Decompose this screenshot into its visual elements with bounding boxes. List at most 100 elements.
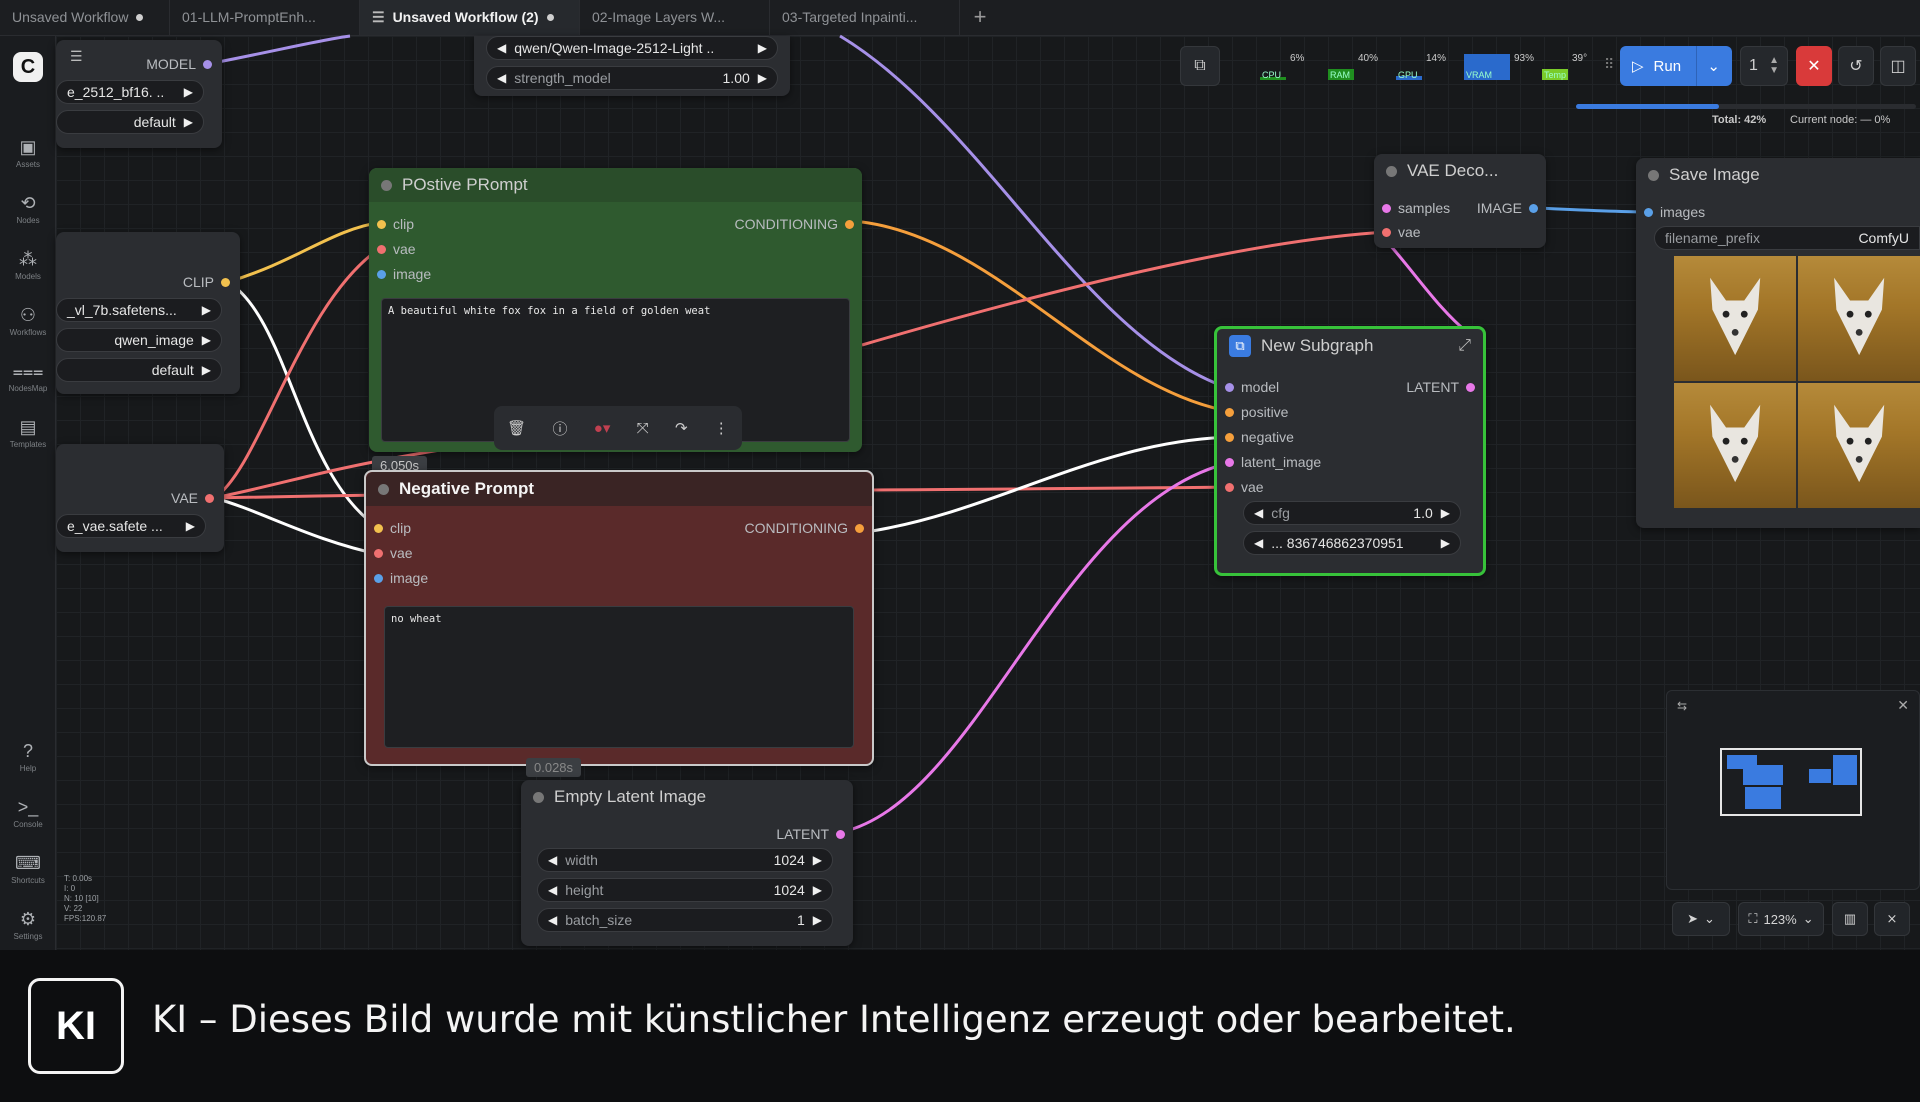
tab-unsaved-workflow[interactable]: Unsaved Workflow — [0, 0, 170, 35]
node-header[interactable]: Negative Prompt — [366, 472, 872, 506]
widget-vae-name[interactable]: e_vae.safete ... ▶ — [56, 514, 206, 538]
output-image-thumbnail[interactable] — [1674, 383, 1796, 508]
select-tool-button[interactable]: ➤ ⌄ — [1672, 902, 1730, 936]
open-subgraph-icon[interactable]: ⤢ — [1458, 337, 1471, 355]
chevron-down-icon[interactable]: ⌄ — [1707, 57, 1720, 75]
input-model[interactable]: model — [1225, 379, 1279, 395]
output-model[interactable]: MODEL — [146, 56, 212, 72]
widget-cfg[interactable]: ◀ cfg 1.0 ▶ — [1243, 501, 1461, 525]
minimap-view[interactable] — [1719, 747, 1869, 827]
redo-icon[interactable]: ↷ — [675, 419, 688, 437]
node-header[interactable]: POstive PRompt — [369, 168, 862, 202]
node-save-image[interactable]: Save Image images filename_prefix ComfyU — [1636, 158, 1920, 528]
tab-image-layers[interactable]: 02-Image Layers W... — [580, 0, 770, 35]
widget-width[interactable]: ◀ width 1024 ▶ — [537, 848, 833, 872]
widget-weight-dtype[interactable]: default ▶ — [56, 110, 204, 134]
minimap-settings-icon[interactable]: ⇆ — [1677, 699, 1687, 713]
widget-unet-name[interactable]: e_2512_bf16. .. ▶ — [56, 80, 204, 104]
node-new-subgraph[interactable]: ⧉ New Subgraph ⤢ model positive negative l… — [1214, 326, 1486, 576]
widget-seed[interactable]: ◀ ... 836746862370951 ▶ — [1243, 531, 1461, 555]
input-clip[interactable]: clip — [374, 520, 411, 536]
output-vae[interactable]: VAE — [171, 490, 214, 506]
widget-lora-name[interactable]: ◀ qwen/Qwen-Image-2512-Light .. ▶ — [486, 36, 778, 60]
input-clip[interactable]: clip — [377, 216, 414, 232]
close-icon[interactable]: ✕ — [1897, 697, 1909, 714]
batch-count-stepper[interactable]: 1 ▲ ▼ — [1740, 46, 1788, 86]
link-visibility-button[interactable]: ⨯ — [1874, 902, 1910, 936]
cancel-button[interactable]: ✕ — [1796, 46, 1832, 86]
input-positive[interactable]: positive — [1225, 404, 1288, 420]
node-status-icon — [1648, 169, 1659, 181]
node-negative-prompt[interactable]: Negative Prompt clip vae image CONDITION… — [364, 470, 874, 766]
input-vae[interactable]: vae — [377, 241, 416, 257]
widget-strength-model[interactable]: ◀ strength_model 1.00 ▶ — [486, 66, 778, 90]
tab-unsaved-workflow-2[interactable]: ☰ Unsaved Workflow (2) — [360, 0, 580, 35]
output-image-thumbnail[interactable] — [1798, 256, 1920, 381]
input-latent-image[interactable]: latent_image — [1225, 454, 1321, 470]
input-image[interactable]: image — [377, 266, 431, 282]
input-negative[interactable]: negative — [1225, 429, 1294, 445]
output-image-thumbnail[interactable] — [1798, 383, 1920, 508]
widget-height[interactable]: ◀ height 1024 ▶ — [537, 878, 833, 902]
node-header[interactable]: ⧉ New Subgraph ⤢ — [1217, 329, 1483, 363]
output-latent[interactable]: LATENT — [1406, 379, 1475, 395]
output-conditioning[interactable]: CONDITIONING — [735, 216, 854, 232]
widget-batch-size[interactable]: ◀ batch_size 1 ▶ — [537, 908, 833, 932]
share-button[interactable]: ⧉ — [1180, 46, 1220, 86]
widget-clip-type[interactable]: qwen_image ▶ — [56, 328, 222, 352]
comfy-logo-icon[interactable]: C — [13, 52, 43, 82]
node-header[interactable]: Empty Latent Image — [521, 780, 853, 814]
output-clip[interactable]: CLIP — [183, 274, 230, 290]
node-vae-decode[interactable]: VAE Deco... samples vae IMAGE — [1374, 154, 1546, 248]
sidebar-item-help[interactable]: ? Help — [0, 730, 56, 784]
output-conditioning[interactable]: CONDITIONING — [745, 520, 864, 536]
node-empty-latent-image[interactable]: Empty Latent Image LATENT ◀ width 1024 ▶ ◀ h… — [521, 780, 853, 946]
sidebar-item-shortcuts[interactable]: ⌨ Shortcuts — [0, 842, 56, 896]
node-clip-loader[interactable]: CLIP _vl_7b.safetens... ▶ qwen_image ▶ def… — [56, 232, 240, 394]
input-vae[interactable]: vae — [1225, 479, 1264, 495]
info-icon[interactable]: ⓘ — [552, 418, 567, 439]
more-icon[interactable]: ⋮ — [714, 419, 729, 437]
widget-filename-prefix[interactable]: filename_prefix ComfyU — [1654, 226, 1920, 250]
minimap-panel[interactable]: ⇆ ✕ — [1666, 690, 1920, 890]
sidebar-item-nodesmap[interactable]: ⩶ NodesMap — [0, 350, 56, 404]
history-button[interactable]: ↺ — [1838, 46, 1874, 86]
sidebar-item-nodes[interactable]: ⟲ Nodes — [0, 182, 56, 236]
sidebar-item-assets[interactable]: ▣ Assets — [0, 126, 56, 180]
input-samples[interactable]: samples — [1382, 200, 1450, 216]
color-picker-icon[interactable]: ●▾ — [594, 419, 611, 437]
sidebar-item-settings[interactable]: ⚙ Settings — [0, 898, 56, 952]
input-image[interactable]: image — [374, 570, 428, 586]
fit-icon[interactable]: ⤧ — [637, 420, 649, 437]
sidebar-item-models[interactable]: ⁂ Models — [0, 238, 56, 292]
toggle-panel-button[interactable]: ◫ — [1880, 46, 1916, 86]
output-image-grid[interactable] — [1674, 256, 1920, 508]
tab-targeted-inpainting[interactable]: 03-Targeted Inpainti... — [770, 0, 960, 35]
node-model-loader[interactable]: ☰ MODEL e_2512_bf16. .. ▶ default ▶ — [56, 40, 222, 148]
input-vae[interactable]: vae — [1382, 224, 1421, 240]
stat-line: T: 0.00s — [64, 874, 93, 883]
sidebar-item-templates[interactable]: ▤ Templates — [0, 406, 56, 460]
widget-clip-name[interactable]: _vl_7b.safetens... ▶ — [56, 298, 222, 322]
output-image-thumbnail[interactable] — [1674, 256, 1796, 381]
tab-llm-prompt[interactable]: 01-LLM-PromptEnh... — [170, 0, 360, 35]
drag-handle-icon[interactable]: ⠿ — [1604, 56, 1614, 73]
sidebar-item-console[interactable]: >_ Console — [0, 786, 56, 840]
input-vae[interactable]: vae — [374, 545, 413, 561]
sidebar-item-workflows[interactable]: ⚇ Workflows — [0, 294, 56, 348]
node-vae-loader[interactable]: VAE e_vae.safete ... ▶ — [56, 444, 224, 552]
delete-icon[interactable]: 🗑 — [507, 419, 526, 437]
node-header[interactable]: VAE Deco... — [1374, 154, 1546, 188]
minimap-toggle-button[interactable]: ▥ — [1832, 902, 1868, 936]
new-tab-button[interactable]: + — [960, 0, 1000, 35]
input-images[interactable]: images — [1644, 204, 1705, 220]
output-latent[interactable]: LATENT — [776, 826, 845, 842]
node-lora-loader[interactable]: ◀ qwen/Qwen-Image-2512-Light .. ▶ ◀ strengt… — [474, 36, 790, 96]
node-header[interactable]: Save Image — [1636, 158, 1920, 192]
output-image[interactable]: IMAGE — [1477, 200, 1538, 216]
stepper-arrows-icon[interactable]: ▲ ▼ — [1769, 56, 1779, 76]
widget-clip-device[interactable]: default ▶ — [56, 358, 222, 382]
prompt-textarea[interactable]: no wheat — [384, 606, 854, 748]
zoom-control[interactable]: ⛶ 123% ⌄ — [1738, 902, 1824, 936]
run-button[interactable]: ▷ Run ⌄ — [1620, 46, 1732, 86]
